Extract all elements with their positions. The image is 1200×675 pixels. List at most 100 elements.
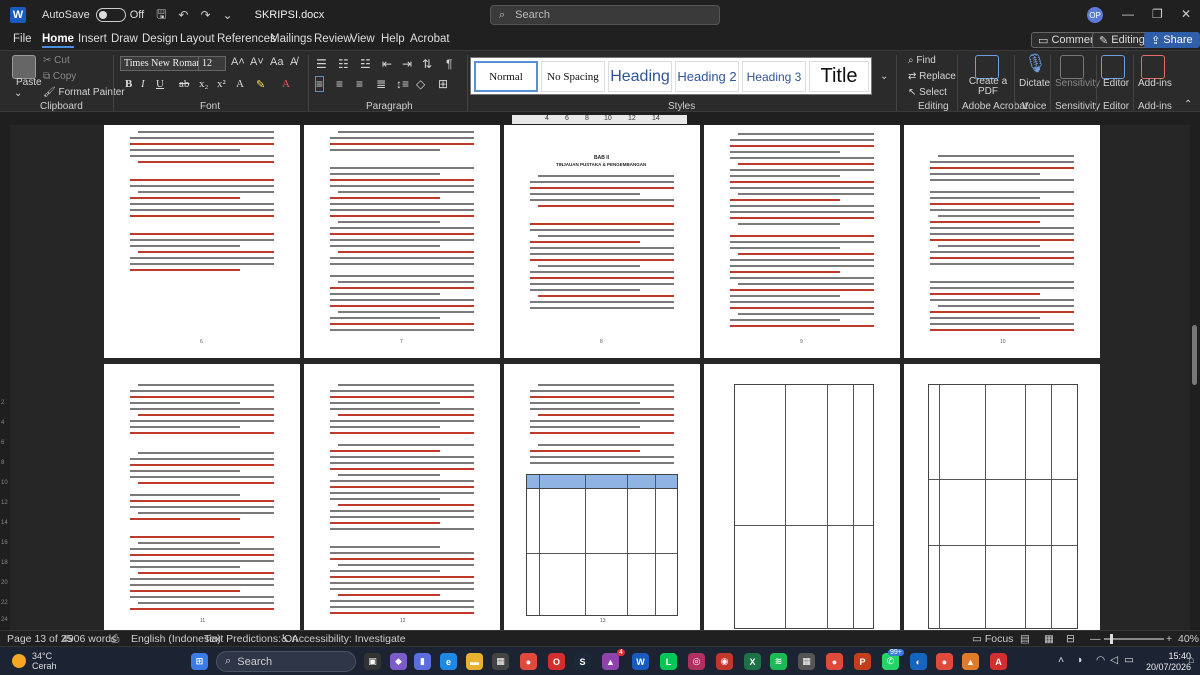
- accessibility-status[interactable]: ♿ Accessibility: Investigate: [280, 633, 406, 645]
- style-title[interactable]: Title: [809, 61, 869, 92]
- editor-button[interactable]: Editor: [1103, 78, 1129, 89]
- superscript-button[interactable]: x²: [217, 78, 226, 90]
- close-icon[interactable]: ✕: [1181, 7, 1191, 21]
- shrink-font-icon[interactable]: A˅: [250, 56, 264, 68]
- cut-button[interactable]: ✂ Cut: [43, 55, 70, 66]
- scrollbar-thumb[interactable]: [1192, 325, 1197, 385]
- shading-icon[interactable]: ◇: [416, 77, 425, 91]
- app-icon[interactable]: ◎: [688, 653, 705, 670]
- paste-icon[interactable]: [12, 55, 36, 79]
- app-icon[interactable]: ▲: [962, 653, 979, 670]
- read-mode-icon[interactable]: ▤: [1020, 633, 1030, 645]
- copilot-icon[interactable]: ◆: [390, 653, 407, 670]
- replace-button[interactable]: ⇄ Replace: [908, 71, 956, 82]
- highlight-icon[interactable]: ✎: [256, 78, 265, 91]
- document-canvas[interactable]: 6 7 BAB II TINJAUAN PUSTAKA & PENGEMBANG…: [10, 125, 1190, 630]
- align-left-icon[interactable]: ≡: [314, 76, 325, 92]
- table[interactable]: [734, 384, 874, 629]
- app-with-badge-icon[interactable]: ▲: [602, 653, 619, 670]
- bold-button[interactable]: B: [125, 78, 132, 90]
- weather-sun-icon[interactable]: [12, 654, 26, 668]
- undo-icon[interactable]: ↶: [178, 8, 188, 22]
- sort-icon[interactable]: ⇅: [422, 57, 432, 71]
- vertical-scrollbar[interactable]: [1190, 125, 1200, 630]
- volume-icon[interactable]: ◁: [1110, 654, 1118, 666]
- text-effects-icon[interactable]: A: [236, 78, 244, 90]
- increase-indent-icon[interactable]: ⇥: [402, 57, 412, 71]
- line-spacing-icon[interactable]: ↕≡: [396, 77, 409, 91]
- chrome-icon[interactable]: ●: [936, 653, 953, 670]
- word-icon[interactable]: W: [632, 653, 649, 670]
- windows-start-icon[interactable]: ⊞: [191, 653, 208, 670]
- zoom-level[interactable]: 40%: [1178, 633, 1199, 645]
- styles-gallery[interactable]: Normal No Spacing Heading Heading 2 Head…: [470, 57, 872, 95]
- acrobat-icon[interactable]: A: [990, 653, 1007, 670]
- redo-icon[interactable]: ↷: [200, 8, 210, 22]
- page[interactable]: 9: [704, 125, 900, 358]
- styles-expand-icon[interactable]: ⌄: [880, 71, 888, 82]
- clear-formatting-icon[interactable]: A̸: [290, 56, 297, 68]
- style-heading-3[interactable]: Heading 3: [742, 61, 806, 92]
- steam-icon[interactable]: S: [574, 653, 591, 670]
- word-count[interactable]: 4906 words: [62, 633, 116, 645]
- tab-help[interactable]: Help: [381, 33, 405, 45]
- page[interactable]: 12: [304, 364, 500, 630]
- page[interactable]: 11: [104, 364, 300, 630]
- style-no-spacing[interactable]: No Spacing: [541, 61, 605, 92]
- excel-icon[interactable]: X: [744, 653, 761, 670]
- font-size-select[interactable]: 12: [198, 56, 226, 71]
- weather-widget[interactable]: 34°C Cerah: [32, 651, 57, 671]
- bullets-icon[interactable]: ☰: [316, 57, 327, 71]
- create-pdf-button[interactable]: Create a PDF: [968, 77, 1008, 97]
- justify-icon[interactable]: ≣: [376, 77, 386, 91]
- tab-insert[interactable]: Insert: [78, 33, 107, 45]
- app-tray-icon[interactable]: ◑: [1076, 654, 1082, 666]
- numbering-icon[interactable]: ☷: [338, 57, 349, 71]
- page[interactable]: BAB II TINJAUAN PUSTAKA & PENGEMBANGAN 8: [504, 125, 700, 358]
- style-heading-2[interactable]: Heading 2: [675, 61, 739, 92]
- table[interactable]: [526, 474, 678, 616]
- pilcrow-icon[interactable]: ¶: [446, 57, 452, 71]
- app-icon[interactable]: ▦: [798, 653, 815, 670]
- document-name[interactable]: SKRIPSI.docx: [255, 9, 325, 21]
- page[interactable]: 7: [304, 125, 500, 358]
- paste-button[interactable]: Paste: [16, 77, 42, 88]
- focus-button[interactable]: ▭ Focus: [972, 633, 1013, 645]
- restore-icon[interactable]: ❐: [1152, 7, 1163, 21]
- horizontal-ruler[interactable]: 4 6 8 10 12 14: [0, 113, 1200, 125]
- page[interactable]: 13: [504, 364, 700, 630]
- share-button[interactable]: ⇪ Share: [1144, 32, 1200, 48]
- autosave-toggle[interactable]: [95, 8, 126, 22]
- tab-view[interactable]: View: [350, 33, 375, 45]
- change-case-icon[interactable]: Aa: [270, 56, 283, 68]
- tab-home[interactable]: Home: [42, 33, 74, 48]
- collapse-ribbon-icon[interactable]: ⌃: [1184, 99, 1192, 110]
- app-icon[interactable]: ◉: [716, 653, 733, 670]
- chevron-up-icon[interactable]: ˄: [1058, 654, 1064, 666]
- table[interactable]: [928, 384, 1078, 629]
- microphone-icon[interactable]: 🎙: [1024, 53, 1047, 74]
- italic-button[interactable]: I: [141, 78, 145, 90]
- opera-icon[interactable]: O: [548, 653, 565, 670]
- copy-button[interactable]: ⧉ Copy: [43, 71, 76, 82]
- tab-mailings[interactable]: Mailings: [270, 33, 312, 45]
- store-icon[interactable]: ▦: [492, 653, 509, 670]
- search-input[interactable]: ⌕ Search: [490, 5, 720, 25]
- spotify-icon[interactable]: ≋: [770, 653, 787, 670]
- find-button[interactable]: ⌕ Find: [908, 55, 936, 66]
- line-icon[interactable]: L: [660, 653, 677, 670]
- notification-bell-icon[interactable]: ⌂: [1188, 654, 1194, 666]
- page[interactable]: 6: [104, 125, 300, 358]
- tab-design[interactable]: Design: [142, 33, 178, 45]
- align-right-icon[interactable]: ≡: [356, 77, 363, 91]
- style-normal[interactable]: Normal: [474, 61, 538, 92]
- style-heading[interactable]: Heading: [608, 61, 672, 92]
- battery-icon[interactable]: ▭: [1124, 654, 1134, 666]
- page[interactable]: 10: [904, 125, 1100, 358]
- addins-button[interactable]: Add-ins: [1138, 78, 1172, 89]
- underline-button[interactable]: U: [156, 78, 164, 90]
- align-center-icon[interactable]: ≡: [336, 77, 343, 91]
- web-layout-icon[interactable]: ⊟: [1066, 633, 1075, 645]
- borders-icon[interactable]: ⊞: [438, 77, 448, 91]
- zoom-in-icon[interactable]: +: [1166, 633, 1172, 645]
